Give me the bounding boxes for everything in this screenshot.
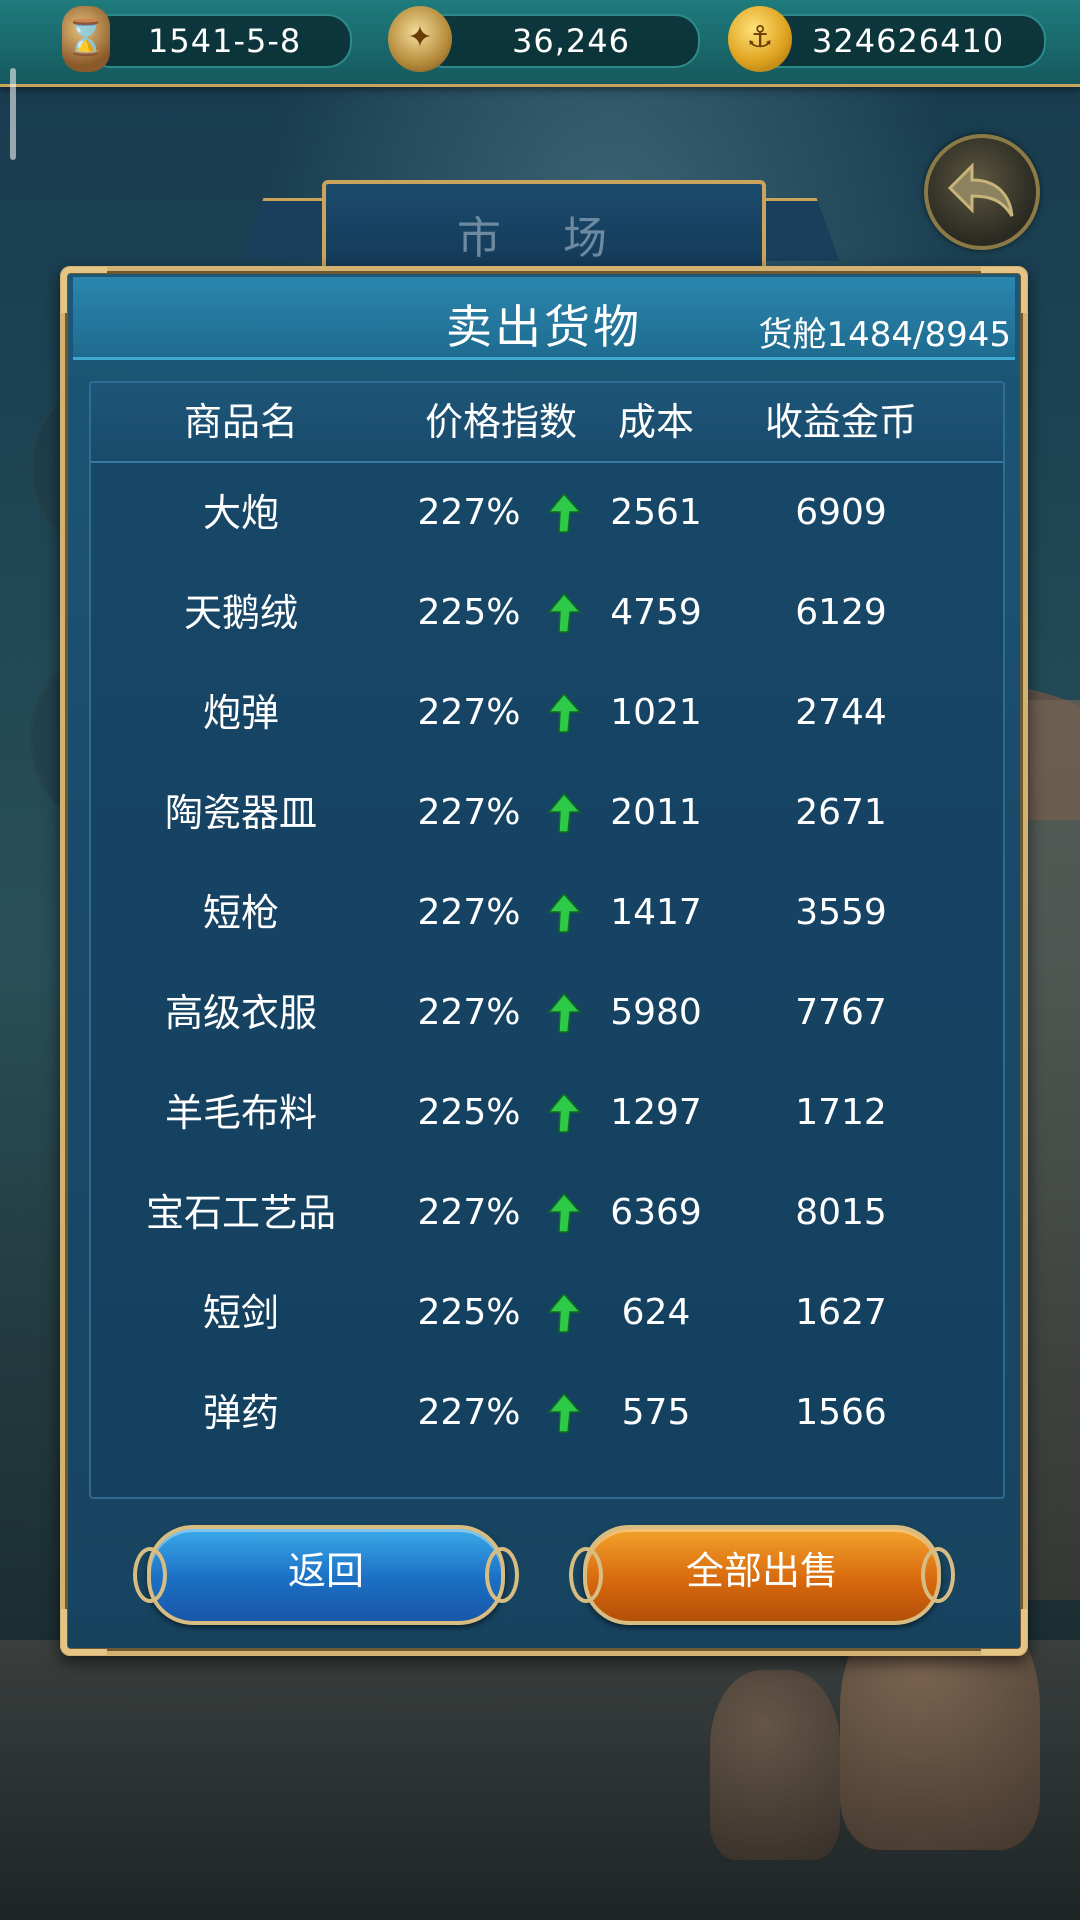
price-index: 227% (417, 492, 521, 533)
goods-profit: 7767 (795, 992, 887, 1033)
panel-corner-ornament (981, 1609, 1027, 1655)
goods-table: 商品名 价格指数 成本 收益金币 大炮 227% 2561 6909 天鹅绒 225% 47… (89, 381, 1005, 1499)
return-button[interactable] (924, 134, 1040, 250)
gold-display: 324626410 (752, 14, 1046, 68)
header-name: 商品名 (183, 400, 298, 444)
trend-up-arrow-icon (547, 993, 581, 1033)
price-index: 227% (417, 692, 521, 733)
goods-cost: 6369 (610, 1192, 702, 1233)
trend-up-arrow-icon (547, 1393, 581, 1433)
goods-profit: 2744 (795, 692, 887, 733)
panel-header: 卖出货物 货舱1484/8945 (73, 277, 1015, 360)
goods-cost: 1417 (610, 892, 702, 933)
panel-corner-ornament (61, 1609, 107, 1655)
goods-name: 短枪 (202, 891, 279, 935)
compass-display: 36,246 (420, 14, 700, 68)
background-ground (0, 1640, 1080, 1920)
return-arrow-icon (947, 162, 1014, 217)
sell-goods-panel: 卖出货物 货舱1484/8945 商品名 价格指数 成本 收益金币 大炮 227%… (60, 266, 1028, 1656)
sell-all-button-label: 全部出售 (685, 1549, 838, 1593)
gold-anchor-coin-icon: ⚓ (728, 6, 792, 72)
button-ornament (485, 1547, 519, 1603)
scroll-indicator (10, 68, 16, 160)
trend-up-arrow-icon (547, 1093, 581, 1133)
date-display: 1541-5-8 (86, 14, 352, 68)
table-row[interactable]: 大炮 227% 2561 6909 (91, 463, 1003, 563)
price-index: 227% (417, 1192, 521, 1233)
cargo-capacity: 货舱1484/8945 (758, 315, 1011, 355)
goods-name: 宝石工艺品 (145, 1191, 336, 1235)
market-title: 市 场 (457, 213, 631, 264)
goods-cost: 2011 (610, 792, 702, 833)
compass-icon: ✦ (388, 6, 452, 72)
back-button[interactable]: 返回 (133, 1525, 519, 1625)
table-row[interactable]: 弹药 227% 575 1566 (91, 1363, 1003, 1463)
trend-up-arrow-icon (547, 893, 581, 933)
date-text: 1541-5-8 (148, 22, 302, 60)
goods-profit: 6129 (795, 592, 887, 633)
table-row[interactable]: 陶瓷器皿 227% 2011 2671 (91, 763, 1003, 863)
hourglass-icon: ⌛ (62, 6, 110, 72)
goods-name: 陶瓷器皿 (164, 791, 317, 835)
button-ornament (921, 1547, 955, 1603)
table-row[interactable]: 羊毛布料 225% 1297 1712 (91, 1063, 1003, 1163)
price-index: 225% (417, 1092, 521, 1133)
price-index: 227% (417, 892, 521, 933)
top-resource-bar: 1541-5-8 ⌛ 36,246 ✦ 324626410 ⚓ (0, 0, 1080, 87)
table-header: 商品名 价格指数 成本 收益金币 (91, 383, 1003, 463)
price-index: 227% (417, 1392, 521, 1433)
goods-cost: 5980 (610, 992, 702, 1033)
back-button-label: 返回 (287, 1549, 364, 1593)
goods-cost: 4759 (610, 592, 702, 633)
price-index: 225% (417, 1292, 521, 1333)
goods-name: 天鹅绒 (183, 591, 298, 635)
goods-profit: 8015 (795, 1192, 887, 1233)
trend-up-arrow-icon (547, 1193, 581, 1233)
goods-profit: 2671 (795, 792, 887, 833)
price-index: 225% (417, 592, 521, 633)
sell-all-button[interactable]: 全部出售 (569, 1525, 955, 1625)
header-cost: 成本 (617, 400, 694, 444)
background-jar (710, 1670, 840, 1860)
trend-up-arrow-icon (547, 693, 581, 733)
table-row[interactable]: 高级衣服 227% 5980 7767 (91, 963, 1003, 1063)
compass-value: 36,246 (512, 22, 630, 60)
goods-profit: 3559 (795, 892, 887, 933)
trend-up-arrow-icon (547, 1293, 581, 1333)
trend-up-arrow-icon (547, 793, 581, 833)
goods-cost: 575 (621, 1392, 691, 1433)
goods-cost: 624 (621, 1292, 691, 1333)
button-ornament (569, 1547, 603, 1603)
goods-profit: 1712 (795, 1092, 887, 1133)
table-row[interactable]: 炮弹 227% 1021 2744 (91, 663, 1003, 763)
header-price-index: 价格指数 (424, 400, 577, 444)
goods-profit: 6909 (795, 492, 887, 533)
goods-name: 羊毛布料 (164, 1091, 317, 1135)
price-index: 227% (417, 992, 521, 1033)
goods-name: 大炮 (202, 491, 279, 535)
button-ornament (133, 1547, 167, 1603)
goods-name: 高级衣服 (164, 991, 317, 1035)
header-profit: 收益金币 (764, 400, 917, 444)
trend-up-arrow-icon (547, 493, 581, 533)
goods-profit: 1566 (795, 1392, 887, 1433)
gold-value: 324626410 (812, 22, 1005, 60)
goods-cost: 1021 (610, 692, 702, 733)
price-index: 227% (417, 792, 521, 833)
table-row[interactable]: 短枪 227% 1417 3559 (91, 863, 1003, 963)
goods-name: 弹药 (202, 1391, 279, 1435)
table-row[interactable]: 短剑 225% 624 1627 (91, 1263, 1003, 1363)
table-row[interactable]: 天鹅绒 225% 4759 6129 (91, 563, 1003, 663)
goods-name: 短剑 (202, 1291, 279, 1335)
goods-cost: 1297 (610, 1092, 702, 1133)
goods-name: 炮弹 (202, 691, 279, 735)
goods-profit: 1627 (795, 1292, 887, 1333)
table-row[interactable]: 宝石工艺品 227% 6369 8015 (91, 1163, 1003, 1263)
trend-up-arrow-icon (547, 593, 581, 633)
goods-cost: 2561 (610, 492, 702, 533)
